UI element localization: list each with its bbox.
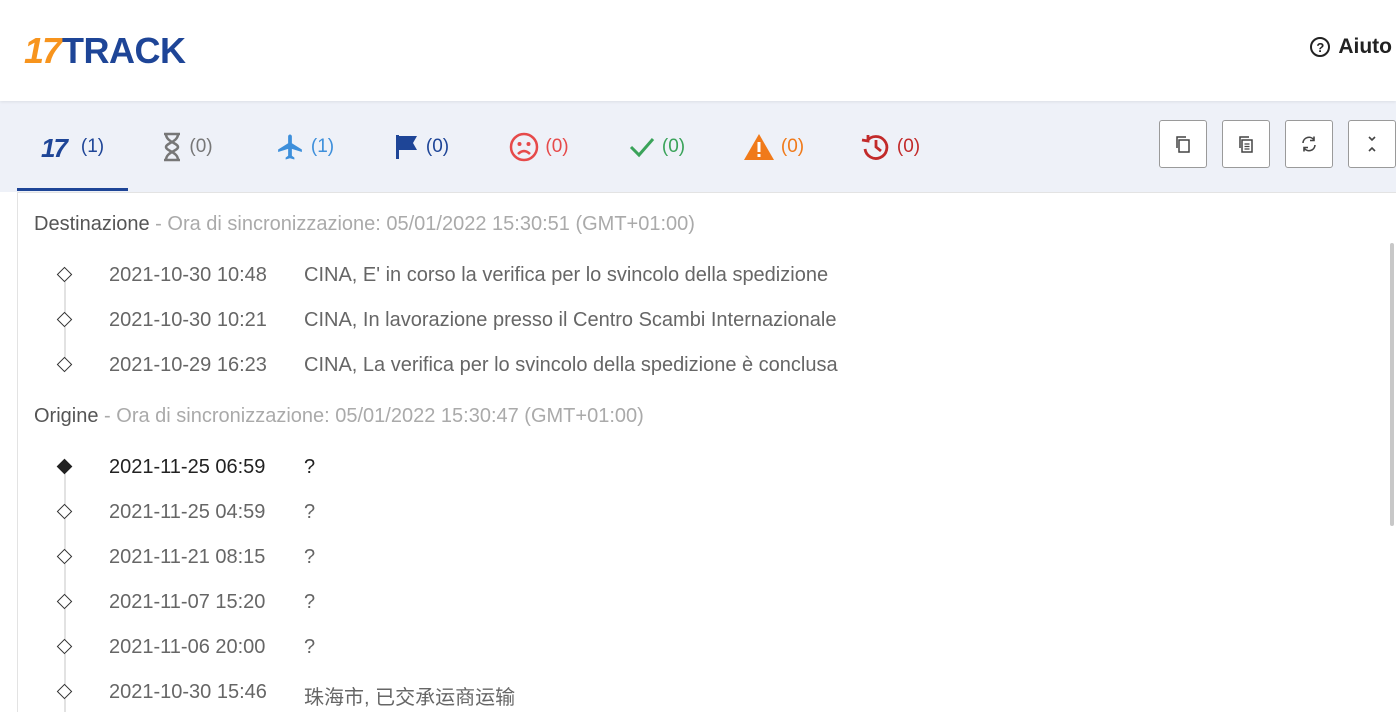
tracking-panel: Destinazione - Ora di sincronizzazione: … bbox=[17, 192, 1396, 712]
tab-count: (1) bbox=[310, 135, 335, 157]
diamond-icon bbox=[56, 356, 73, 373]
checkmark-icon bbox=[629, 137, 655, 157]
question-circle-icon: ? bbox=[1310, 37, 1331, 57]
diamond-icon bbox=[56, 683, 73, 700]
collapse-icon bbox=[1368, 136, 1376, 152]
refresh-icon bbox=[1302, 136, 1316, 152]
refresh-button[interactable] bbox=[1285, 120, 1333, 168]
diamond-icon bbox=[56, 266, 73, 283]
diamond-icon bbox=[56, 548, 73, 565]
hourglass-icon bbox=[164, 132, 181, 161]
event-date: 2021-11-06 20:00 bbox=[109, 636, 266, 658]
logo-word: TRACK bbox=[62, 30, 186, 71]
tab-count: (0) bbox=[780, 135, 805, 157]
origin-header: Origine - Ora di sincronizzazione: 05/01… bbox=[34, 405, 644, 428]
event-date: 2021-11-07 15:20 bbox=[109, 591, 266, 613]
destination-title: Destinazione bbox=[34, 213, 150, 235]
event-date: 2021-11-21 08:15 bbox=[109, 546, 266, 568]
origin-title: Origine bbox=[34, 405, 99, 427]
event-date: 2021-11-25 06:59 bbox=[109, 456, 266, 478]
timeline-event: 2021-11-07 15:20 ? bbox=[18, 591, 1318, 641]
timeline-event: 2021-11-21 08:15 ? bbox=[18, 546, 1318, 596]
help-link[interactable]: ? Aiuto bbox=[1310, 35, 1392, 59]
tab-count: (1) bbox=[80, 135, 105, 157]
17-logo-icon: 17 bbox=[41, 134, 71, 160]
event-date: 2021-10-30 10:21 bbox=[109, 309, 267, 331]
event-date: 2021-10-30 15:46 bbox=[109, 681, 267, 703]
tab-count: (0) bbox=[661, 135, 686, 157]
flag-icon bbox=[395, 134, 417, 159]
event-date: 2021-11-25 04:59 bbox=[109, 501, 266, 523]
help-label: Aiuto bbox=[1338, 35, 1392, 58]
copy-all-button[interactable] bbox=[1222, 120, 1270, 168]
tab-count: (0) bbox=[545, 135, 569, 157]
17track-logo[interactable]: 17 TRACK bbox=[24, 29, 186, 69]
timeline-connector bbox=[64, 699, 66, 712]
sad-face-icon bbox=[510, 132, 539, 161]
diamond-icon bbox=[56, 311, 73, 328]
status-tabs: 17 (1) (0) (1) (0) (0) (0) (0) (0) bbox=[17, 101, 949, 192]
diamond-icon bbox=[56, 593, 73, 610]
destination-sync-time: - Ora di sincronizzazione: 05/01/2022 15… bbox=[149, 213, 695, 235]
event-description: ? bbox=[304, 591, 316, 613]
top-header: 17 TRACK ? Aiuto bbox=[0, 0, 1396, 101]
event-date: 2021-10-29 16:23 bbox=[109, 354, 267, 376]
timeline-event: 2021-10-30 15:46 珠海市, 已交承运商运输 bbox=[18, 681, 1318, 712]
filled-diamond-icon bbox=[56, 458, 73, 475]
tab-delivered[interactable]: (0) bbox=[598, 101, 715, 192]
tab-alert[interactable]: (0) bbox=[715, 101, 832, 192]
event-description: ? bbox=[304, 636, 316, 658]
action-buttons bbox=[1159, 120, 1396, 168]
tab-expired[interactable]: (0) bbox=[832, 101, 949, 192]
timeline-event: 2021-10-29 16:23 CINA, La verifica per l… bbox=[18, 354, 1318, 399]
timeline-event-latest: 2021-11-25 06:59 ? bbox=[18, 456, 1318, 506]
tab-count: (0) bbox=[896, 135, 921, 157]
status-filter-bar: 17 (1) (0) (1) (0) (0) (0) (0) (0) bbox=[0, 101, 1396, 192]
diamond-icon bbox=[56, 638, 73, 655]
copy-all-icon bbox=[1239, 136, 1253, 153]
event-description: ? bbox=[304, 546, 316, 568]
event-description: ? bbox=[304, 456, 316, 478]
logo-number: 17 bbox=[24, 30, 62, 71]
copy-button[interactable] bbox=[1159, 120, 1207, 168]
tab-count: (0) bbox=[189, 135, 213, 157]
timeline-event: 2021-11-06 20:00 ? bbox=[18, 636, 1318, 686]
tab-pickup[interactable]: (0) bbox=[363, 101, 480, 192]
tab-all[interactable]: 17 (1) bbox=[17, 101, 128, 192]
origin-sync-time: - Ora di sincronizzazione: 05/01/2022 15… bbox=[98, 405, 644, 427]
timeline-event: 2021-10-30 10:48 CINA, E' in corso la ve… bbox=[18, 264, 1318, 314]
event-description: CINA, In lavorazione presso il Centro Sc… bbox=[304, 309, 837, 331]
svg-text:17: 17 bbox=[41, 134, 69, 160]
tab-undelivered[interactable]: (0) bbox=[480, 101, 598, 192]
event-description: 珠海市, 已交承运商运输 bbox=[304, 687, 516, 709]
scrollbar[interactable] bbox=[1390, 243, 1394, 526]
copy-icon bbox=[1176, 136, 1190, 153]
event-description: ? bbox=[304, 501, 316, 523]
event-date: 2021-10-30 10:48 bbox=[109, 264, 267, 286]
warning-icon bbox=[743, 133, 774, 160]
history-icon bbox=[861, 134, 889, 160]
timeline-event: 2021-11-25 04:59 ? bbox=[18, 501, 1318, 551]
tab-count: (0) bbox=[425, 135, 450, 157]
timeline-event: 2021-10-30 10:21 CINA, In lavorazione pr… bbox=[18, 309, 1318, 359]
tab-pending[interactable]: (0) bbox=[128, 101, 246, 192]
tab-in-transit[interactable]: (1) bbox=[246, 101, 363, 192]
diamond-icon bbox=[56, 503, 73, 520]
airplane-icon bbox=[278, 134, 302, 159]
collapse-button[interactable] bbox=[1348, 120, 1396, 168]
event-description: CINA, La verifica per lo svincolo della … bbox=[304, 354, 838, 376]
event-description: CINA, E' in corso la verifica per lo svi… bbox=[304, 264, 829, 286]
destination-header: Destinazione - Ora di sincronizzazione: … bbox=[34, 213, 695, 236]
